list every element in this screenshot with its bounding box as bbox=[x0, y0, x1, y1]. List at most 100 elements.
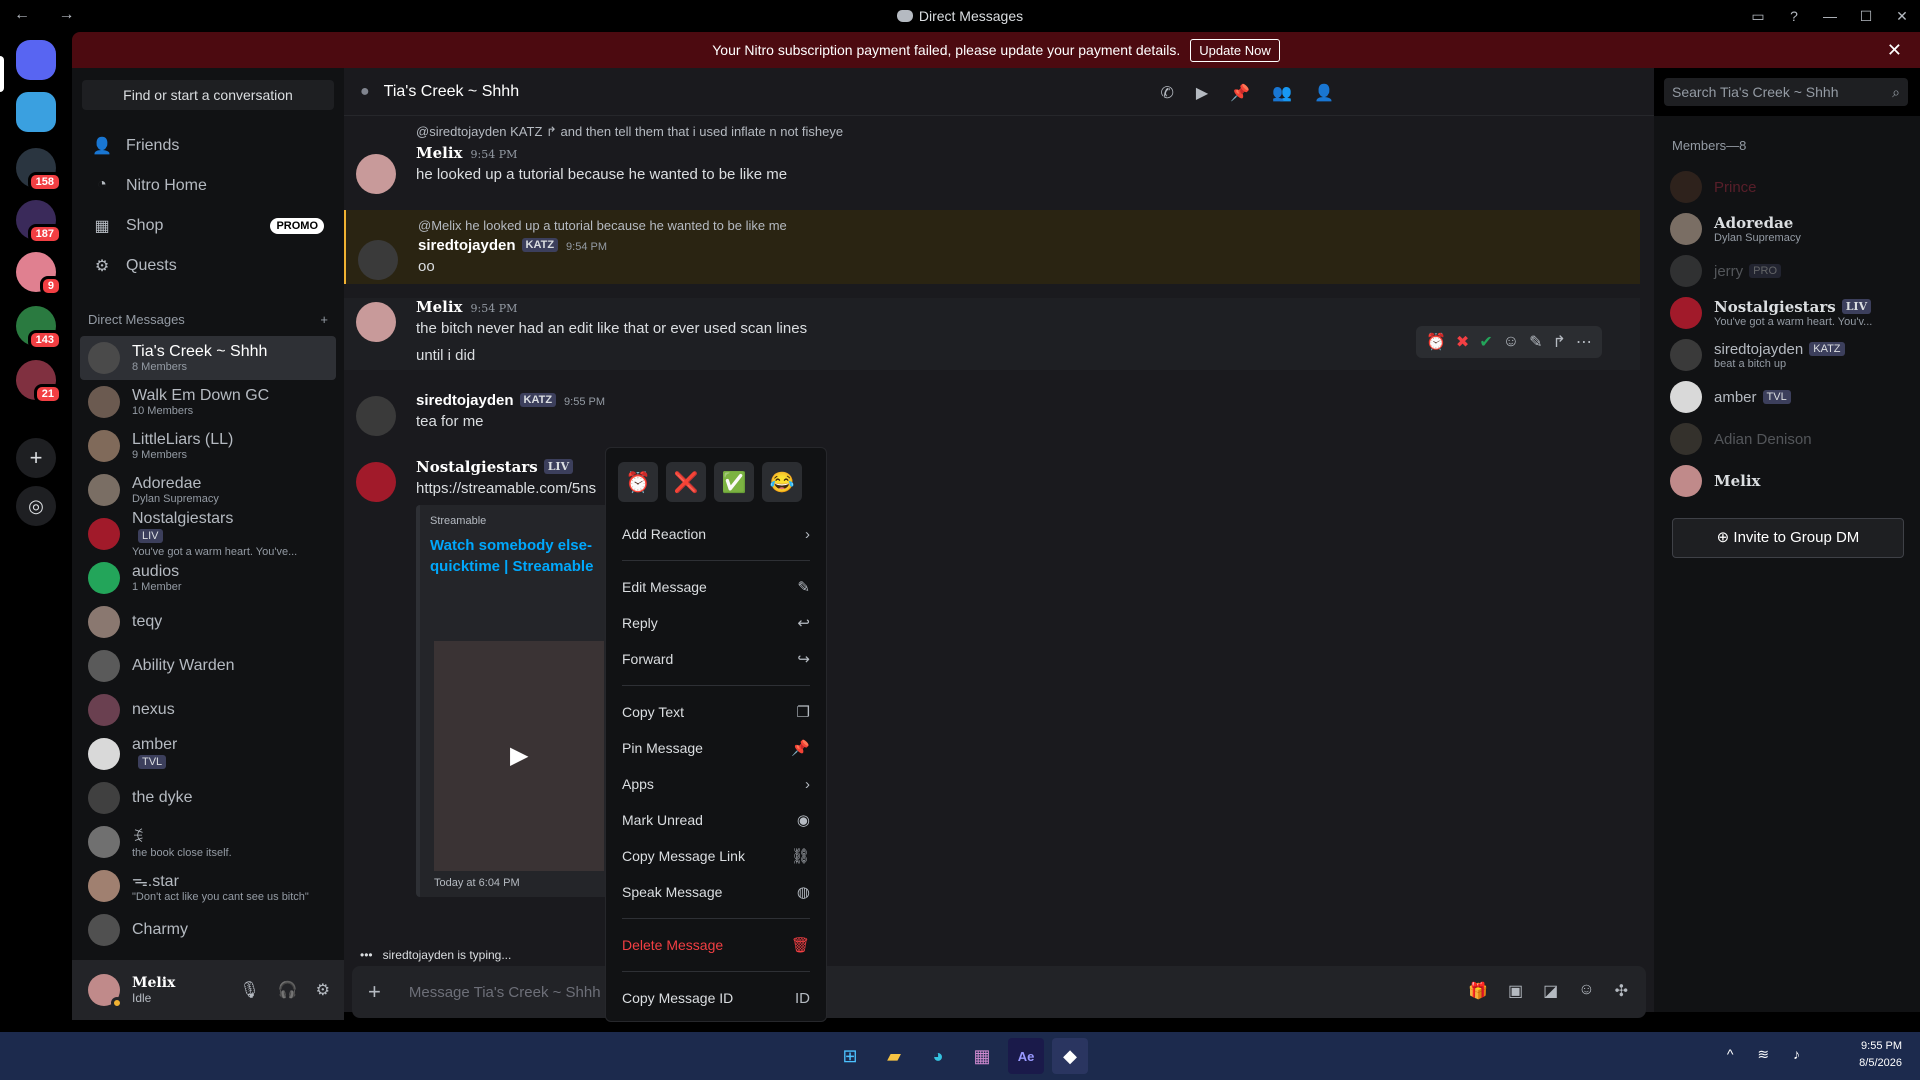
start-icon[interactable]: ⊞ bbox=[832, 1038, 868, 1074]
call-icon[interactable]: ✆ bbox=[1161, 83, 1174, 103]
tray-icons[interactable]: ^ ≋ ♪ bbox=[1727, 1046, 1810, 1063]
member-item[interactable]: Prince bbox=[1662, 166, 1910, 208]
dm-item[interactable]: amber TVL bbox=[80, 732, 336, 776]
dm-item[interactable]: Nostalgiestars LIV You've got a warm heart… bbox=[80, 510, 336, 558]
video-icon[interactable]: ▶ bbox=[1196, 83, 1208, 103]
clock[interactable]: 9:55 PM 8/5/2026 bbox=[1859, 1038, 1902, 1072]
edit-icon[interactable]: ✎ bbox=[1529, 332, 1542, 352]
server-folder[interactable]: 158 bbox=[16, 148, 62, 192]
headphones-icon[interactable]: 🎧 bbox=[278, 980, 298, 1000]
add-friend-icon[interactable]: 👥 bbox=[1272, 83, 1292, 103]
message-author[interactable]: Melix bbox=[416, 298, 463, 316]
server-icon[interactable] bbox=[16, 92, 56, 132]
member-item[interactable]: Melix bbox=[1662, 460, 1910, 502]
server-folder[interactable]: 187 bbox=[16, 200, 62, 244]
nav-nitro-home[interactable]: ◔ Nitro Home bbox=[80, 166, 336, 206]
member-item[interactable]: Nostalgiestars LIV You've got a warm heart… bbox=[1662, 292, 1910, 334]
dm-item[interactable]: ᯓ.star "Don't act like you cant see us bi… bbox=[80, 864, 336, 908]
search-input[interactable]: Search Tia's Creek ~ Shhh ⌕ bbox=[1664, 78, 1908, 106]
minimize-button[interactable]: — bbox=[1812, 8, 1848, 24]
message-author[interactable]: siredtojayden bbox=[416, 392, 514, 409]
avatar[interactable] bbox=[356, 396, 396, 436]
discord-taskbar-icon[interactable]: ◆ bbox=[1052, 1038, 1088, 1074]
close-icon[interactable]: ✕ bbox=[1887, 40, 1902, 61]
menu-edit-message[interactable]: Edit Message ✎ bbox=[614, 569, 818, 605]
video-thumbnail[interactable]: ▶ bbox=[434, 641, 604, 871]
menu-reply[interactable]: Reply ↩ bbox=[614, 605, 818, 641]
message-author[interactable]: Nostalgiestars bbox=[416, 458, 538, 476]
member-item[interactable]: Adoredae Dylan Supremacy bbox=[1662, 208, 1910, 250]
play-icon[interactable]: ▶ bbox=[510, 741, 528, 770]
microphone-icon[interactable]: 🎙 bbox=[239, 980, 259, 1000]
dm-item[interactable]: the dyke bbox=[80, 776, 336, 820]
more-icon[interactable]: ⋯ bbox=[1576, 332, 1592, 352]
create-dm-icon[interactable]: + bbox=[320, 312, 328, 327]
emoji-icon[interactable]: ☺ bbox=[1578, 981, 1594, 1001]
message-link[interactable]: https://streamable.com/5ns bbox=[416, 480, 1640, 497]
menu-forward[interactable]: Forward ↪ bbox=[614, 641, 818, 677]
reply-preview[interactable]: @Melix he looked up a tutorial because h… bbox=[418, 218, 1640, 233]
member-item[interactable]: amber TVL bbox=[1662, 376, 1910, 418]
menu-delete-message[interactable]: Delete Message 🗑 bbox=[614, 927, 818, 963]
avatar[interactable] bbox=[356, 154, 396, 194]
nav-shop[interactable]: ▦ Shop PROMO bbox=[80, 206, 336, 246]
invite-button[interactable]: ⊕ Invite to Group DM bbox=[1672, 518, 1904, 558]
alarm-emoji[interactable]: ⏰ bbox=[618, 462, 658, 502]
alarm-reaction-icon[interactable]: ⏰ bbox=[1426, 332, 1446, 352]
menu-add-reaction[interactable]: Add Reaction › bbox=[614, 516, 818, 552]
menu-copy-text[interactable]: Copy Text ❐ bbox=[614, 694, 818, 730]
home-button[interactable] bbox=[16, 40, 56, 80]
message[interactable]: siredtojayden KATZ 9:55 PM tea for me bbox=[344, 392, 1640, 436]
dm-item[interactable]: ꉂ the book close itself. bbox=[80, 820, 336, 864]
dm-item[interactable]: Walk Em Down GC 10 Members bbox=[80, 380, 336, 424]
find-conversation-button[interactable]: Find or start a conversation bbox=[82, 80, 334, 110]
laugh-emoji[interactable]: 😂 bbox=[762, 462, 802, 502]
dm-item[interactable]: Ability Warden bbox=[80, 644, 336, 688]
dm-item[interactable]: audios 1 Member bbox=[80, 556, 336, 600]
forward-icon[interactable]: ↱ bbox=[1552, 332, 1565, 352]
gift-icon[interactable]: 🎁 bbox=[1468, 981, 1488, 1001]
apps-icon[interactable]: ✣ bbox=[1615, 981, 1628, 1001]
upload-icon[interactable]: + bbox=[368, 979, 381, 1005]
settings-icon[interactable]: ⚙ bbox=[316, 980, 330, 1000]
message-composer[interactable]: + Message Tia's Creek ~ Shhh 🎁 ▣ ◪ ☺ ✣ bbox=[352, 966, 1646, 1018]
server-folder[interactable]: 9 bbox=[16, 252, 62, 296]
dm-item[interactable]: Charmy bbox=[80, 908, 336, 952]
edge-icon[interactable]: ◕ bbox=[920, 1038, 956, 1074]
nav-quests[interactable]: ⚙ Quests bbox=[80, 246, 336, 286]
avatar[interactable] bbox=[358, 240, 398, 280]
menu-copy-message-link[interactable]: Copy Message Link ⛓ bbox=[614, 838, 818, 874]
pin-icon[interactable]: 📌 bbox=[1230, 83, 1250, 103]
check-emoji[interactable]: ✅ bbox=[714, 462, 754, 502]
menu-mark-unread[interactable]: Mark Unread ◉ bbox=[614, 802, 818, 838]
members-icon[interactable]: 👤 bbox=[1314, 83, 1334, 103]
avatar[interactable] bbox=[356, 302, 396, 342]
server-folder[interactable]: 21 bbox=[16, 360, 62, 404]
help-icon[interactable]: ? bbox=[1776, 8, 1812, 24]
gif-icon[interactable]: ▣ bbox=[1508, 981, 1523, 1001]
message-author[interactable]: Melix bbox=[416, 144, 463, 162]
menu-pin-message[interactable]: Pin Message 📌 bbox=[614, 730, 818, 766]
avatar[interactable] bbox=[356, 462, 396, 502]
add-server-icon[interactable]: + bbox=[16, 438, 56, 478]
message[interactable]: Nostalgiestars LIV https://streamable.com… bbox=[344, 458, 1640, 897]
add-reaction-icon[interactable]: ☺ bbox=[1503, 333, 1519, 351]
cross-emoji[interactable]: ❌ bbox=[666, 462, 706, 502]
sticker-icon[interactable]: ◪ bbox=[1543, 981, 1558, 1001]
dm-item[interactable]: teqy bbox=[80, 600, 336, 644]
message-author[interactable]: siredtojayden bbox=[418, 237, 516, 254]
update-now-button[interactable]: Update Now bbox=[1190, 38, 1280, 62]
menu-apps[interactable]: Apps › bbox=[614, 766, 818, 802]
server-folder[interactable]: 143 bbox=[16, 306, 62, 350]
embed-provider[interactable]: Streamable bbox=[430, 515, 602, 527]
embed-title[interactable]: Watch somebody else- quicktime | Streama… bbox=[430, 535, 602, 577]
cross-reaction-icon[interactable]: ✖ bbox=[1456, 332, 1469, 352]
check-reaction-icon[interactable]: ✔ bbox=[1479, 332, 1492, 352]
maximize-button[interactable]: ☐ bbox=[1848, 8, 1884, 25]
menu-speak-message[interactable]: Speak Message ◍ bbox=[614, 874, 818, 910]
reply-preview[interactable]: @siredtojayden KATZ ↱ and then tell them… bbox=[416, 124, 1640, 140]
member-item[interactable]: jerry PRO bbox=[1662, 250, 1910, 292]
menu-copy-message-id[interactable]: Copy Message ID ID bbox=[614, 980, 818, 1016]
dm-item[interactable]: LittleLiars (LL) 9 Members bbox=[80, 424, 336, 468]
member-item[interactable]: Adian Denison bbox=[1662, 418, 1910, 460]
